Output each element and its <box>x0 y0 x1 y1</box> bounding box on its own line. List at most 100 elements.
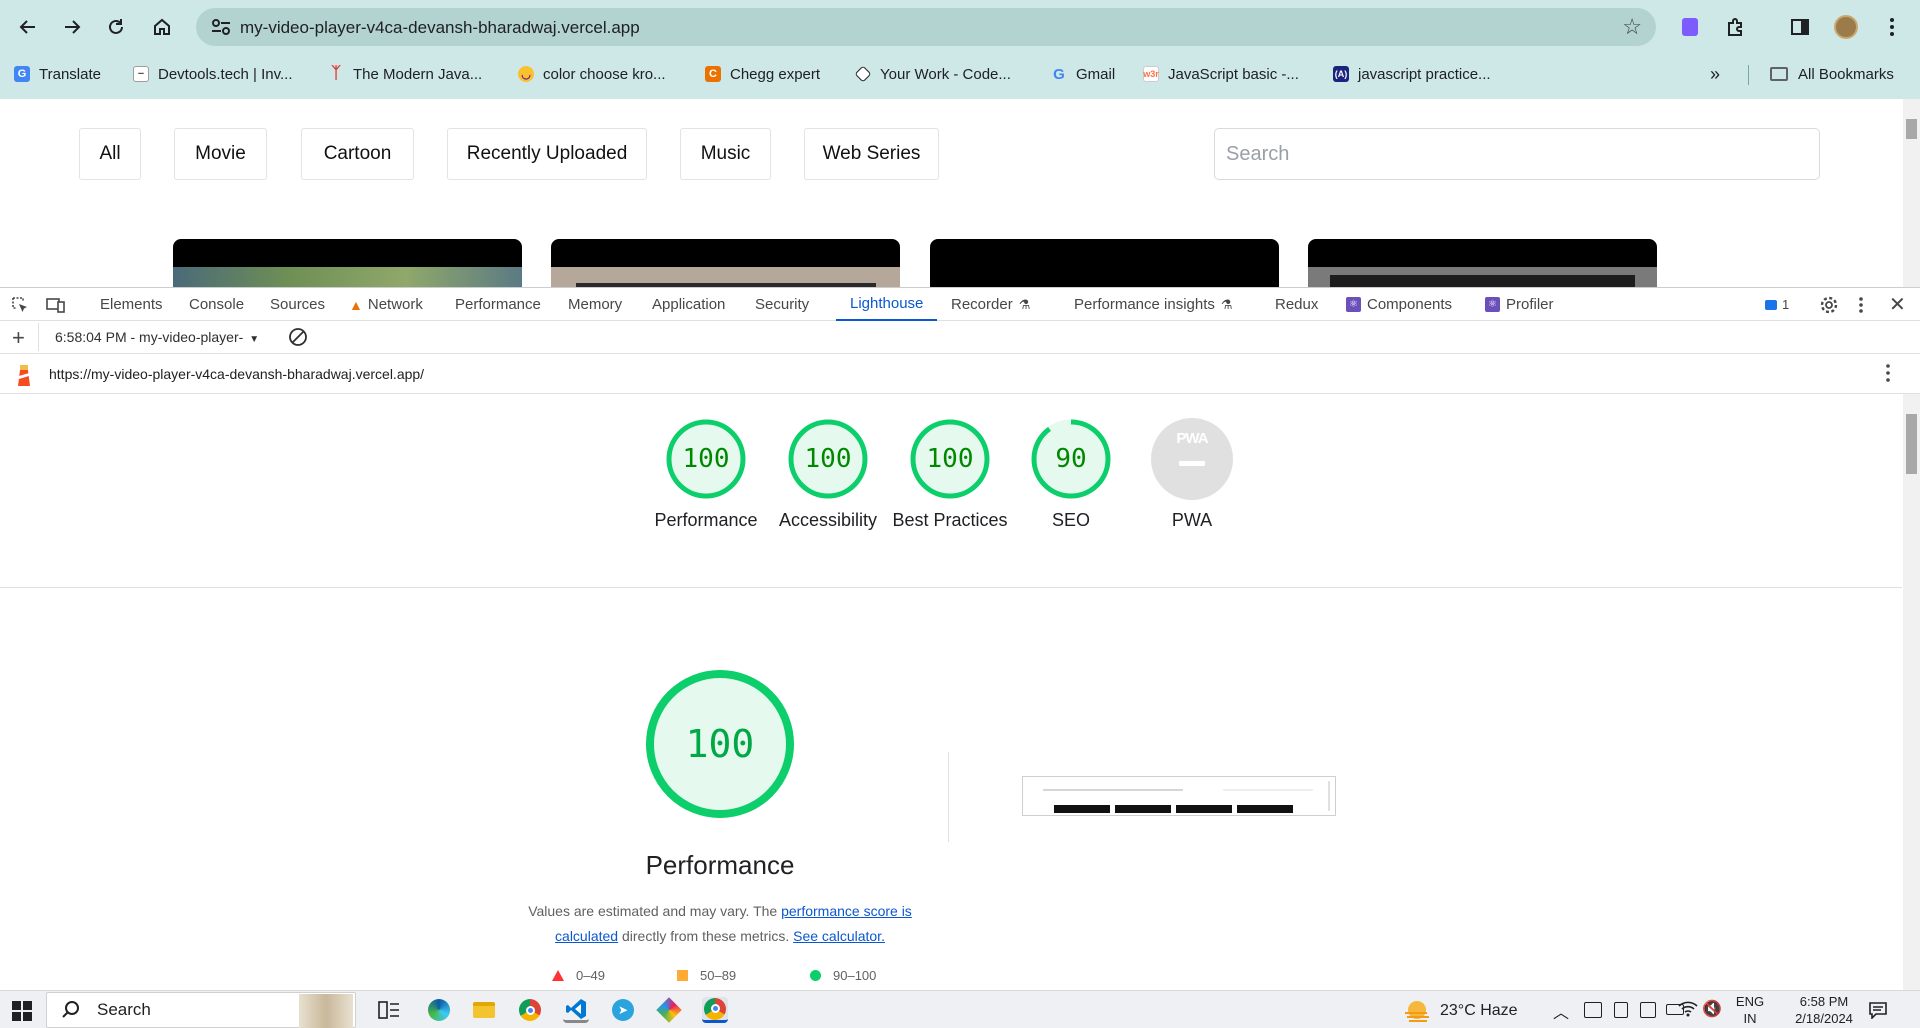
close-devtools-icon[interactable]: ✕ <box>1889 288 1906 321</box>
clear-reports-icon[interactable] <box>288 327 308 350</box>
browser-menu-icon[interactable] <box>1878 13 1906 41</box>
tab-performance-insights[interactable]: Performance insights ⚗ <box>1074 288 1233 321</box>
back-icon[interactable] <box>10 9 46 45</box>
bookmark-star-icon[interactable]: ☆ <box>1622 14 1642 40</box>
site-info-icon[interactable] <box>210 17 232 37</box>
taskbar-search[interactable]: Search <box>46 992 356 1028</box>
weather-text[interactable]: 23°C Haze <box>1440 1002 1518 1019</box>
reload-icon[interactable] <box>98 9 134 45</box>
tab-redux[interactable]: Redux <box>1275 288 1318 321</box>
search-input[interactable]: Search <box>1214 128 1820 180</box>
inspect-element-icon[interactable] <box>11 288 29 321</box>
windows-start-icon[interactable] <box>12 1001 32 1026</box>
tab-security[interactable]: Security <box>755 288 809 321</box>
bookmark-label: Devtools.tech | Inv... <box>158 65 293 83</box>
bookmark-translate[interactable]: G Translate <box>14 63 101 85</box>
home-icon[interactable] <box>144 9 180 45</box>
performance-gauge[interactable]: 100 Performance <box>654 418 758 530</box>
bookmark-label: javascript practice... <box>1358 65 1491 83</box>
video-thumbnail[interactable] <box>1308 239 1657 287</box>
bookmark-codepen[interactable]: Your Work - Code... <box>854 63 1011 85</box>
filter-all-button[interactable]: All <box>79 128 141 180</box>
extensions-puzzle-icon[interactable] <box>1722 13 1750 41</box>
bookmark-devtools-tech[interactable]: − Devtools.tech | Inv... <box>133 63 293 85</box>
filter-cartoon-button[interactable]: Cartoon <box>301 128 414 180</box>
best-practices-gauge[interactable]: 100 Best Practices <box>892 418 1008 530</box>
weather-icon[interactable] <box>1403 997 1433 1028</box>
tab-lighthouse[interactable]: Lighthouse <box>836 288 938 321</box>
video-thumbnail[interactable] <box>173 239 522 287</box>
see-calculator-link[interactable]: See calculator. <box>793 928 885 944</box>
issues-counter[interactable]: 1 <box>1765 288 1789 321</box>
seo-gauge[interactable]: 90 SEO <box>1030 418 1112 530</box>
new-report-plus-icon[interactable]: + <box>12 325 25 351</box>
wifi-icon[interactable] <box>1678 999 1698 1022</box>
bookmarks-overflow-icon[interactable]: » <box>1710 63 1720 85</box>
chrome-icon[interactable] <box>517 997 543 1023</box>
report-scrollbar[interactable] <box>1903 394 1920 990</box>
tab-components[interactable]: ⚛ Components <box>1346 288 1452 321</box>
chrome-active-icon[interactable] <box>702 997 728 1023</box>
tray-meet-icon[interactable] <box>1640 1002 1656 1018</box>
report-scroll-thumb[interactable] <box>1906 414 1917 474</box>
tab-performance[interactable]: Performance <box>455 288 541 321</box>
task-view-icon[interactable] <box>376 997 402 1023</box>
final-screenshot[interactable] <box>1022 776 1336 816</box>
bookmark-modern-java[interactable]: ᛉ The Modern Java... <box>328 63 482 85</box>
bookmark-chegg[interactable]: C Chegg expert <box>705 63 820 85</box>
tab-elements[interactable]: Elements <box>100 288 163 321</box>
edge-icon[interactable] <box>426 997 452 1023</box>
thumbnail-image <box>173 267 522 287</box>
notifications-icon[interactable] <box>1868 1001 1888 1024</box>
clock[interactable]: 6:58 PM 2/18/2024 <box>1780 993 1868 1027</box>
device-toolbar-icon[interactable] <box>46 288 66 321</box>
filter-web-series-button[interactable]: Web Series <box>804 128 939 180</box>
all-bookmarks-label: All Bookmarks <box>1798 65 1894 83</box>
web-page: All Movie Cartoon Recently Uploaded Musi… <box>0 99 1920 287</box>
telegram-icon[interactable]: ➤ <box>610 997 636 1023</box>
tab-recorder[interactable]: Recorder ⚗ <box>951 288 1030 321</box>
filter-movie-button[interactable]: Movie <box>174 128 267 180</box>
video-thumbnail[interactable] <box>551 239 900 287</box>
tab-sources[interactable]: Sources <box>270 288 325 321</box>
modern-js-icon: ᛉ <box>331 65 341 82</box>
filter-music-button[interactable]: Music <box>680 128 771 180</box>
bookmark-label: color choose kro... <box>543 65 666 83</box>
devtools-menu-icon[interactable] <box>1859 288 1863 321</box>
address-url[interactable]: my-video-player-v4ca-devansh-bharadwaj.v… <box>240 18 640 38</box>
settings-gear-icon[interactable] <box>1820 288 1838 321</box>
bookmark-js-basic[interactable]: w3r JavaScript basic -... <box>1143 63 1299 85</box>
page-scrollbar[interactable] <box>1903 99 1920 287</box>
tray-chevron-icon[interactable]: ︿ <box>1553 999 1569 1023</box>
page-scroll-thumb[interactable] <box>1906 119 1917 139</box>
tab-network[interactable]: ▲ Network <box>349 288 423 321</box>
accessibility-gauge[interactable]: 100 Accessibility <box>779 418 877 530</box>
report-menu-icon[interactable] <box>1886 364 1890 385</box>
language-indicator[interactable]: ENG IN <box>1732 993 1768 1027</box>
bookmark-gmail[interactable]: G Gmail <box>1051 63 1115 85</box>
tab-profiler[interactable]: ⚛ Profiler <box>1485 288 1554 321</box>
colorful-app-icon[interactable] <box>656 997 682 1023</box>
file-explorer-icon[interactable] <box>471 997 497 1023</box>
pwa-gauge[interactable]: PWA PWA <box>1151 418 1233 530</box>
tab-memory[interactable]: Memory <box>568 288 622 321</box>
side-panel-icon[interactable] <box>1786 13 1814 41</box>
tray-device-icon[interactable] <box>1614 1002 1628 1018</box>
bookmark-js-practice[interactable]: (A) javascript practice... <box>1333 63 1491 85</box>
tab-profiler-label: Profiler <box>1506 296 1554 313</box>
filter-recently-uploaded-button[interactable]: Recently Uploaded <box>447 128 647 180</box>
address-bar[interactable]: my-video-player-v4ca-devansh-bharadwaj.v… <box>196 8 1656 46</box>
profile-avatar[interactable] <box>1832 13 1860 41</box>
tab-application[interactable]: Application <box>652 288 725 321</box>
report-url[interactable]: https://my-video-player-v4ca-devansh-bha… <box>49 366 424 382</box>
bookmark-color-choose[interactable]: ◡ color choose kro... <box>518 63 666 85</box>
volume-muted-icon[interactable]: 🔇 <box>1702 999 1722 1019</box>
forward-icon[interactable] <box>54 9 90 45</box>
all-bookmarks-folder[interactable]: All Bookmarks <box>1770 63 1894 85</box>
extension-d-icon[interactable] <box>1676 13 1704 41</box>
tray-app-icon[interactable] <box>1584 1002 1602 1018</box>
vscode-icon[interactable] <box>563 997 589 1023</box>
report-select[interactable]: 6:58:04 PM - my-video-player- ▼ <box>55 329 259 345</box>
tab-console[interactable]: Console <box>189 288 244 321</box>
video-thumbnail[interactable] <box>930 239 1279 287</box>
